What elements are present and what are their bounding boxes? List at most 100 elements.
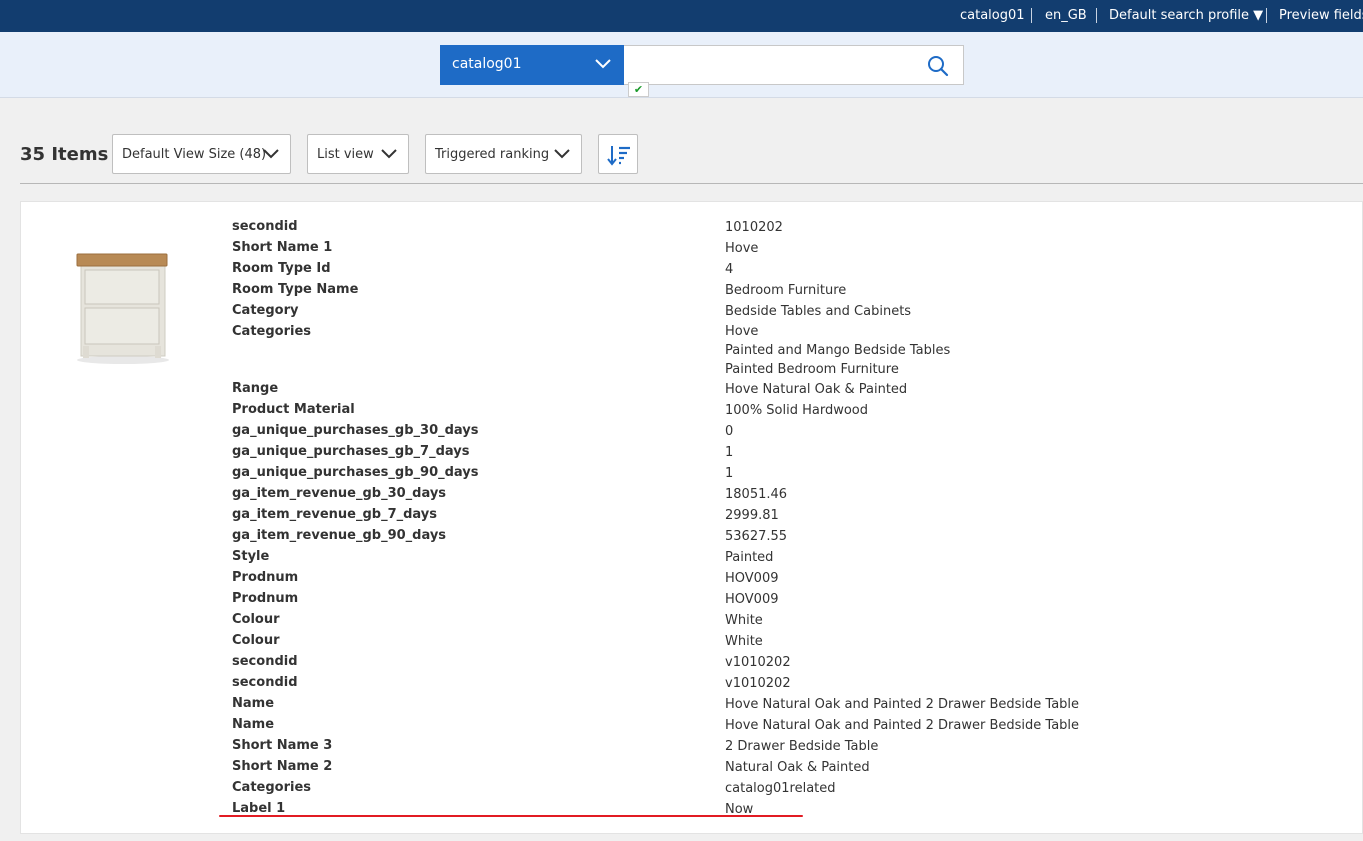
preview-fields-link[interactable]: Preview fields <box>1279 8 1363 23</box>
search-input[interactable] <box>630 50 910 80</box>
view-mode-dropdown[interactable]: List view <box>307 134 409 174</box>
attribute-row: Name Hove Natural Oak and Painted 2 Drawe… <box>232 714 1132 735</box>
attribute-key: Product Material <box>232 402 355 417</box>
divider <box>1096 8 1097 23</box>
attribute-row: Colour White <box>232 630 1132 651</box>
search-profile-dropdown[interactable]: Default search profile ▼ <box>1109 8 1263 23</box>
attribute-row: ga_unique_purchases_gb_7_days 1 <box>232 441 1132 462</box>
attribute-key: Range <box>232 381 279 396</box>
attribute-key: ga_item_revenue_gb_7_days <box>232 507 438 522</box>
attribute-value: 2999.81 <box>725 508 779 523</box>
attribute-row: Categories catalog01related <box>232 777 1132 798</box>
attribute-row: ga_item_revenue_gb_30_days 18051.46 <box>232 483 1132 504</box>
attribute-value: 0 <box>725 424 734 439</box>
items-count: 35 Items <box>20 144 109 165</box>
chevron-down-icon <box>263 149 279 159</box>
attribute-value: 2 Drawer Bedside Table <box>725 739 879 754</box>
locale-indicator[interactable]: en_GB <box>1045 8 1087 23</box>
attribute-row: secondid v1010202 <box>232 651 1132 672</box>
attribute-key: ga_item_revenue_gb_30_days <box>232 486 447 501</box>
product-card[interactable]: secondid 1010202 Short Name 1 Hove Room Ty… <box>20 201 1363 834</box>
attribute-key: secondid <box>232 219 298 234</box>
attribute-key: Prodnum <box>232 591 299 606</box>
chevron-down-icon <box>381 149 397 159</box>
attribute-value: Hove Natural Oak and Painted 2 Drawer Be… <box>725 718 1080 733</box>
sort-button[interactable] <box>598 134 638 174</box>
divider <box>20 183 1363 184</box>
attribute-value: 4 <box>725 262 734 277</box>
attribute-key: Colour <box>232 633 280 648</box>
attribute-key: secondid <box>232 654 298 669</box>
divider <box>1031 8 1032 23</box>
attribute-row: Short Name 2 Natural Oak & Painted <box>232 756 1132 777</box>
attribute-row: Name Hove Natural Oak and Painted 2 Drawe… <box>232 693 1132 714</box>
attribute-key: Short Name 2 <box>232 759 333 774</box>
sort-descending-icon <box>607 146 630 166</box>
search-band: catalog01 <box>0 32 1363 98</box>
results-toolbar: 35 Items Default View Size (48) List vie… <box>20 132 1363 174</box>
attribute-key: ga_unique_purchases_gb_30_days <box>232 423 479 438</box>
attribute-key: Name <box>232 696 275 711</box>
chevron-down-icon <box>554 149 570 159</box>
attribute-key: Label 1 <box>232 801 286 816</box>
attribute-value: Natural Oak & Painted <box>725 760 870 775</box>
attribute-key: ga_unique_purchases_gb_90_days <box>232 465 479 480</box>
attribute-row: ga_item_revenue_gb_7_days 2999.81 <box>232 504 1132 525</box>
attribute-value: 18051.46 <box>725 487 788 502</box>
attribute-key: Room Type Name <box>232 282 359 297</box>
view-mode-label: List view <box>317 147 374 162</box>
attribute-key: Style <box>232 549 270 564</box>
attribute-value: Bedside Tables and Cabinets <box>725 304 912 319</box>
attribute-value: 1010202 <box>725 220 783 235</box>
attribute-list: secondid 1010202 Short Name 1 Hove Room Ty… <box>232 216 1132 819</box>
attribute-row: secondid 1010202 <box>232 216 1132 237</box>
attribute-row: ga_unique_purchases_gb_90_days 1 <box>232 462 1132 483</box>
view-size-dropdown[interactable]: Default View Size (48) <box>112 134 291 174</box>
attribute-row: Short Name 3 2 Drawer Bedside Table <box>232 735 1132 756</box>
search-field[interactable] <box>624 45 964 85</box>
attribute-key: Categories <box>232 324 312 339</box>
attribute-value: Hove <box>725 241 759 256</box>
attribute-key: ga_unique_purchases_gb_7_days <box>232 444 470 459</box>
attribute-key: Prodnum <box>232 570 299 585</box>
attribute-key: Room Type Id <box>232 261 331 276</box>
catalog-select[interactable]: catalog01 <box>440 45 624 85</box>
attribute-row: Short Name 1 Hove <box>232 237 1132 258</box>
divider <box>1266 8 1267 23</box>
attribute-row: Prodnum HOV009 <box>232 588 1132 609</box>
attribute-row: Room Type Name Bedroom Furniture <box>232 279 1132 300</box>
attribute-value: Bedroom Furniture <box>725 283 847 298</box>
attribute-key: Name <box>232 717 275 732</box>
catalog-indicator[interactable]: catalog01 <box>960 8 1025 23</box>
top-bar: catalog01 en_GB Default search profile ▼… <box>0 0 1363 32</box>
highlight-underline <box>219 815 803 817</box>
attribute-row: ga_unique_purchases_gb_30_days 0 <box>232 420 1132 441</box>
attribute-value: HOV009 <box>725 592 779 607</box>
product-image[interactable] <box>73 250 173 366</box>
attribute-value: White <box>725 634 763 649</box>
view-size-label: Default View Size (48) <box>122 147 267 162</box>
attribute-row: Style Painted <box>232 546 1132 567</box>
attribute-row: Colour White <box>232 609 1132 630</box>
attribute-value: 100% Solid Hardwood <box>725 403 869 418</box>
attribute-row: Range Hove Natural Oak & Painted <box>232 378 1132 399</box>
attribute-value: catalog01related <box>725 781 836 796</box>
attribute-key: Category <box>232 303 299 318</box>
attribute-value: Painted and Mango Bedside Tables <box>725 343 951 358</box>
ranking-label: Triggered ranking <box>435 147 550 162</box>
attribute-value: v1010202 <box>725 655 791 670</box>
attribute-key: Short Name 1 <box>232 240 333 255</box>
attribute-key: secondid <box>232 675 298 690</box>
attribute-row: Room Type Id 4 <box>232 258 1132 279</box>
attribute-key: ga_item_revenue_gb_90_days <box>232 528 447 543</box>
attribute-row: Product Material 100% Solid Hardwood <box>232 399 1132 420</box>
ranking-dropdown[interactable]: Triggered ranking <box>425 134 582 174</box>
attribute-value: Painted <box>725 550 774 565</box>
catalog-select-label: catalog01 <box>452 56 522 72</box>
attribute-key: Short Name 3 <box>232 738 333 753</box>
attribute-row: Prodnum HOV009 <box>232 567 1132 588</box>
search-icon[interactable] <box>927 55 949 77</box>
chevron-down-icon <box>595 59 611 69</box>
attribute-value: HOV009 <box>725 571 779 586</box>
attribute-value: Hove <box>725 324 759 339</box>
